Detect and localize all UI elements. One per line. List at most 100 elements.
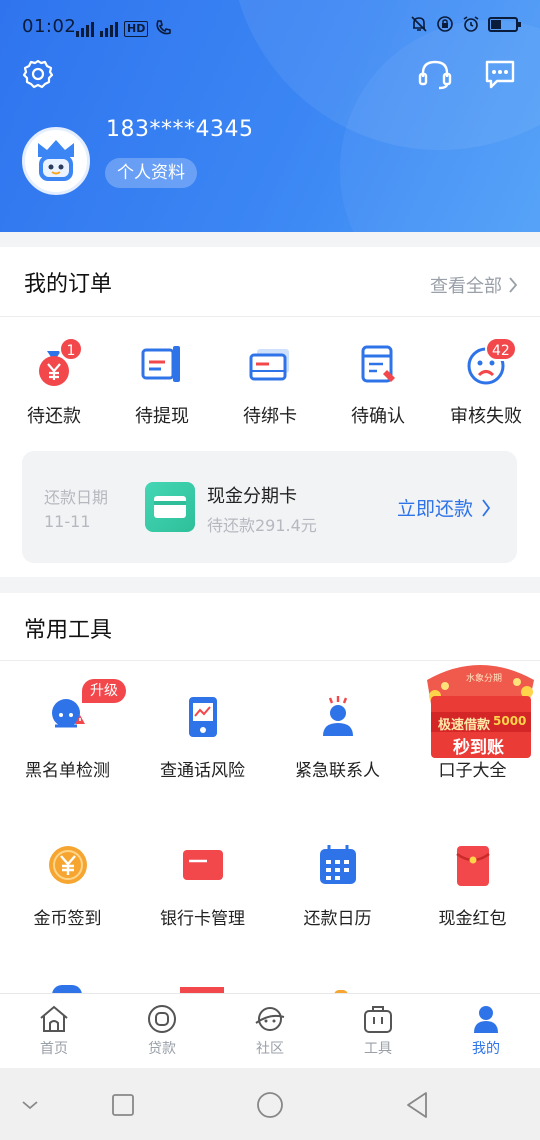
status-bar: 01:02 HD [0,0,540,54]
avatar[interactable] [22,127,90,195]
tool-repayment-calendar[interactable]: 还款日历 [270,840,405,929]
loan-icon [148,1005,176,1033]
tool-bank-card[interactable]: 银行卡管理 [135,840,270,929]
promo-line1: 极速借款 [438,718,491,733]
tab-tools[interactable]: 工具 [324,994,432,1069]
bottom-tab-bar: 首页 贷款 社区 工具 我的 [0,993,540,1068]
order-pending-repayment[interactable]: 1 待还款 [0,337,108,428]
tool-label: 现金红包 [438,909,507,929]
loan-promo-banner[interactable]: 水象分期 极速借款 5000 秒到账 [421,656,540,760]
order-label: 待绑卡 [243,406,297,427]
order-badge: 42 [485,337,517,361]
call-risk-icon [178,692,228,742]
nav-collapse-button[interactable] [15,1090,45,1120]
chevron-right-icon [482,498,491,517]
order-label: 审核失败 [450,406,522,427]
personal-info-button[interactable]: 个人资料 [105,158,197,188]
settings-button[interactable] [18,54,58,94]
messages-button[interactable] [480,54,520,94]
tab-community[interactable]: 社区 [216,994,324,1069]
amount-due: 待还款291.4元 [207,516,317,535]
tool-label: 黑名单检测 [25,761,110,781]
tool-label: 紧急联系人 [295,761,380,781]
tool-emergency-contact[interactable]: 紧急联系人 [270,692,405,781]
headset-icon [418,60,452,90]
repayment-date: 11-11 [44,512,91,531]
repayment-reminder[interactable]: 还款日期 11-11 现金分期卡 待还款291.4元 立即还款 [22,451,517,563]
profile-header: 01:02 HD 183****4345 个人资料 [0,0,540,232]
alarm-icon [463,16,479,32]
tab-label: 我的 [472,1041,500,1057]
withdraw-icon [137,340,187,390]
nav-home-button[interactable] [255,1090,285,1120]
tool-red-envelope[interactable]: 现金红包 [405,840,540,929]
card-name: 现金分期卡 [207,486,297,507]
status-right-icons [410,15,521,33]
order-label: 待提现 [135,406,189,427]
system-navigation-bar [0,1068,540,1140]
tab-profile[interactable]: 我的 [432,994,540,1069]
crown-mascot-icon [38,140,74,181]
signal-icon [76,21,94,37]
bind-card-icon [245,340,295,390]
promo-amount: 5000 [493,714,527,728]
order-badge: 1 [59,337,83,361]
tool-label: 还款日历 [303,909,372,929]
bell-mute-icon [411,16,427,32]
money-bag-icon: 1 [29,337,83,390]
signal-icon [100,21,118,37]
network-type-label: HD [124,21,149,37]
sad-face-icon: 42 [461,337,517,390]
calendar-icon [313,840,363,890]
view-all-label: 查看全部 [430,276,502,297]
bank-card-icon [178,840,228,890]
tool-blacklist-check[interactable]: 黑名单检测 [0,692,135,781]
order-label: 待确认 [351,406,405,427]
lock-rotation-icon [437,16,453,32]
order-pending-bind-card[interactable]: 待绑卡 [216,340,324,428]
nav-back-button[interactable] [402,1090,432,1120]
installment-card-icon [145,482,195,532]
upgrade-badge: 升级 [82,679,126,703]
divider [0,316,540,317]
signal-indicators: HD [76,17,172,37]
confirm-icon [353,340,403,390]
emergency-contact-icon [313,692,363,742]
repay-now-label: 立即还款 [396,498,473,520]
nav-recents-button[interactable] [108,1090,138,1120]
tool-label: 查通话风险 [160,761,245,781]
call-icon [156,20,172,35]
community-icon [255,1007,285,1031]
profile-icon [474,1006,498,1033]
user-phone-number: 183****4345 [106,117,254,142]
tool-call-risk[interactable]: 查通话风险 [135,692,270,781]
view-all-orders-link[interactable]: 查看全部 [430,272,518,298]
customer-service-button[interactable] [415,54,455,94]
circle-icon [257,1092,283,1118]
tab-home[interactable]: 首页 [0,994,108,1069]
red-envelope-icon [448,840,498,890]
repay-now-button[interactable]: 立即还款 [397,494,491,521]
chevron-right-icon [509,277,518,293]
coin-checkin-icon [43,840,93,890]
order-review-failed[interactable]: 42 审核失败 [432,337,540,428]
tool-coin-checkin[interactable]: 金币签到 [0,840,135,929]
chevron-down-icon [22,1101,38,1110]
tools-card [0,593,540,993]
order-pending-confirm[interactable]: 待确认 [324,340,432,428]
order-pending-withdraw[interactable]: 待提现 [108,340,216,428]
back-triangle-icon [407,1092,427,1118]
battery-icon [488,16,521,32]
tool-label: 金币签到 [33,909,102,929]
toolbox-icon [364,1006,392,1033]
promo-brand: 水象分期 [466,674,503,684]
tab-loan[interactable]: 贷款 [108,994,216,1069]
tab-label: 社区 [256,1041,284,1057]
status-time: 01:02 [22,16,77,37]
order-label: 待还款 [27,406,81,427]
message-icon [485,60,515,89]
promo-line2: 秒到账 [453,738,504,758]
tools-title: 常用工具 [24,618,113,643]
tool-label: 银行卡管理 [160,909,245,929]
tab-label: 首页 [40,1041,68,1057]
